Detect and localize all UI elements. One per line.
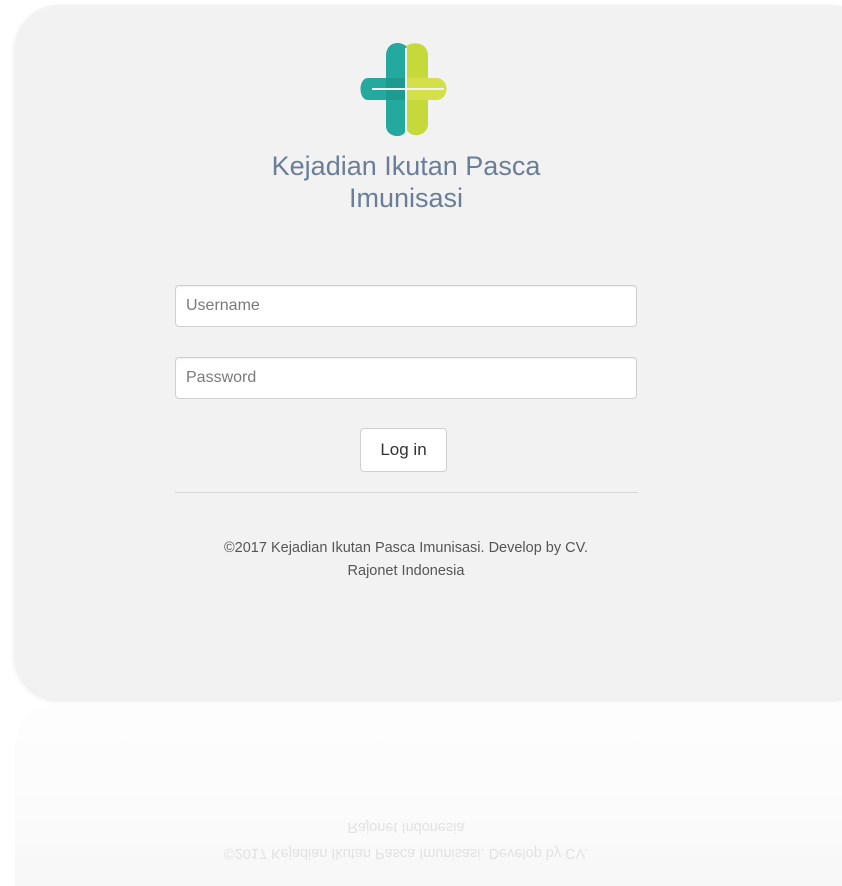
title-line-1: Kejadian Ikutan Pasca [271,151,541,181]
divider [175,492,638,493]
footer-line-1: ©2017 Kejadian Ikutan Pasca Imunisasi. D… [223,540,588,556]
kemenkes-logo-icon [360,43,447,137]
footer-line-2: Rajonet Indonesia [347,563,465,579]
reflection-footer-line-2: Rajonet Indonesia [347,819,465,835]
page-title: Kejadian Ikutan Pasca Imunisasi [174,150,638,214]
reflection-surface [15,703,842,886]
login-button[interactable]: Log in [360,428,447,472]
reflection-footer-line-1: ©2017 Kejadian Ikutan Pasca Imunisasi. D… [223,845,588,861]
password-input[interactable] [175,357,637,399]
card-reflection: Rajonet Indonesia ©2017 Kejadian Ikutan … [15,703,842,886]
username-input[interactable] [175,285,637,327]
login-page: Kejadian Ikutan Pasca Imunisasi Log in ©… [0,0,842,886]
footer-copyright: ©2017 Kejadian Ikutan Pasca Imunisasi. D… [174,537,638,583]
title-line-2: Imunisasi [348,183,464,213]
